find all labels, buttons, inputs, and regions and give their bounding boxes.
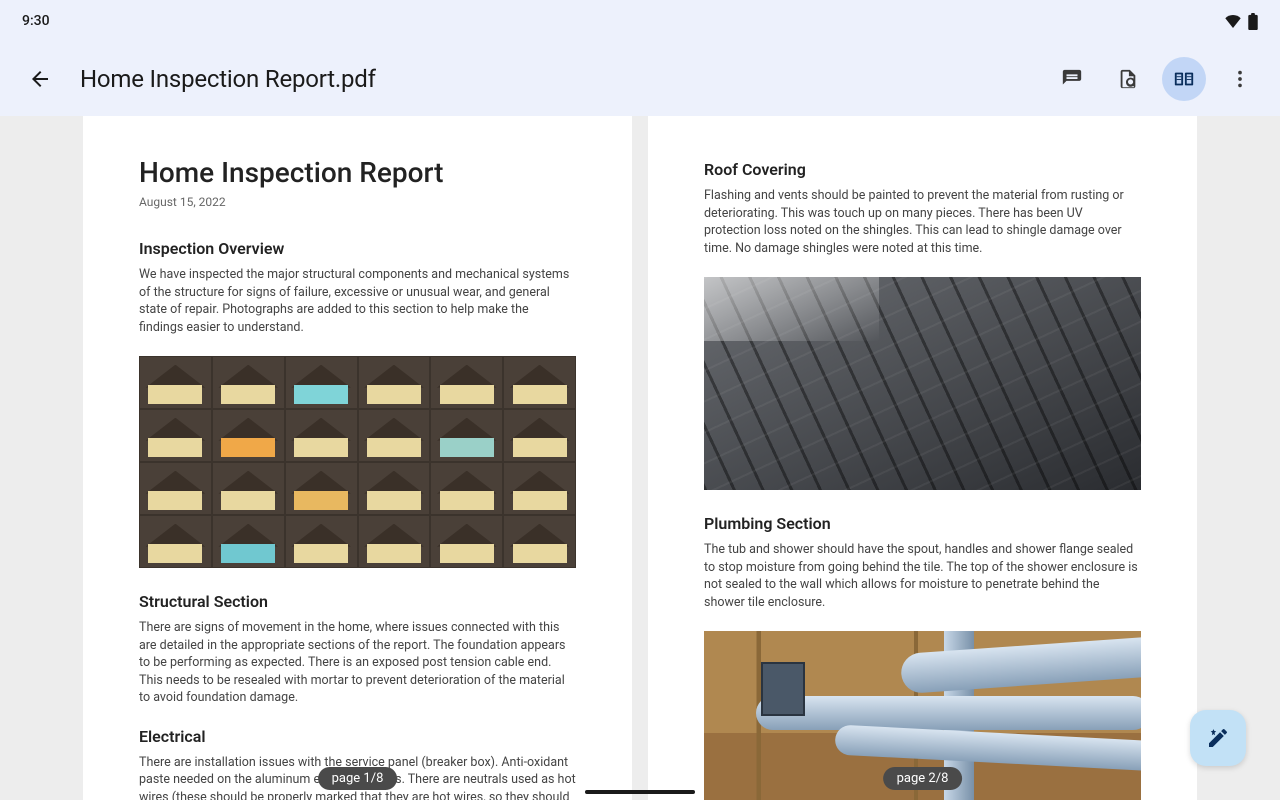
back-button[interactable] (18, 57, 62, 101)
two-page-view-button[interactable] (1162, 57, 1206, 101)
section-heading: Structural Section (139, 592, 576, 611)
wifi-icon (1224, 14, 1242, 28)
section-heading: Inspection Overview (139, 239, 576, 258)
pdf-viewer[interactable]: Home Inspection Report August 15, 2022 I… (0, 116, 1280, 800)
section-heading: Electrical (139, 727, 576, 746)
battery-icon (1248, 13, 1258, 30)
pdf-page-1[interactable]: Home Inspection Report August 15, 2022 I… (83, 116, 632, 800)
section-body: There are signs of movement in the home,… (139, 619, 576, 707)
page-indicator: page 2/8 (883, 767, 963, 790)
find-in-page-button[interactable] (1106, 57, 1150, 101)
annotations-button[interactable] (1050, 57, 1094, 101)
edit-fab[interactable] (1190, 710, 1246, 766)
home-handle[interactable] (585, 790, 695, 794)
roof-image (704, 277, 1141, 490)
section-body: The tub and shower should have the spout… (704, 541, 1141, 611)
section-heading: Plumbing Section (704, 514, 1141, 533)
doc-title: Home Inspection Report (139, 156, 576, 189)
section-heading: Roof Covering (704, 160, 1141, 179)
overview-image (139, 356, 576, 568)
pdf-page-2[interactable]: Roof Covering Flashing and vents should … (648, 116, 1197, 800)
status-bar: 9:30 (0, 0, 1280, 42)
section-body: We have inspected the major structural c… (139, 266, 576, 336)
document-title: Home Inspection Report.pdf (80, 65, 1038, 93)
section-body: Flashing and vents should be painted to … (704, 187, 1141, 257)
status-time: 9:30 (22, 13, 50, 29)
app-bar: Home Inspection Report.pdf (0, 42, 1280, 116)
doc-date: August 15, 2022 (139, 195, 576, 209)
more-options-button[interactable] (1218, 57, 1262, 101)
page-indicator: page 1/8 (318, 767, 398, 790)
